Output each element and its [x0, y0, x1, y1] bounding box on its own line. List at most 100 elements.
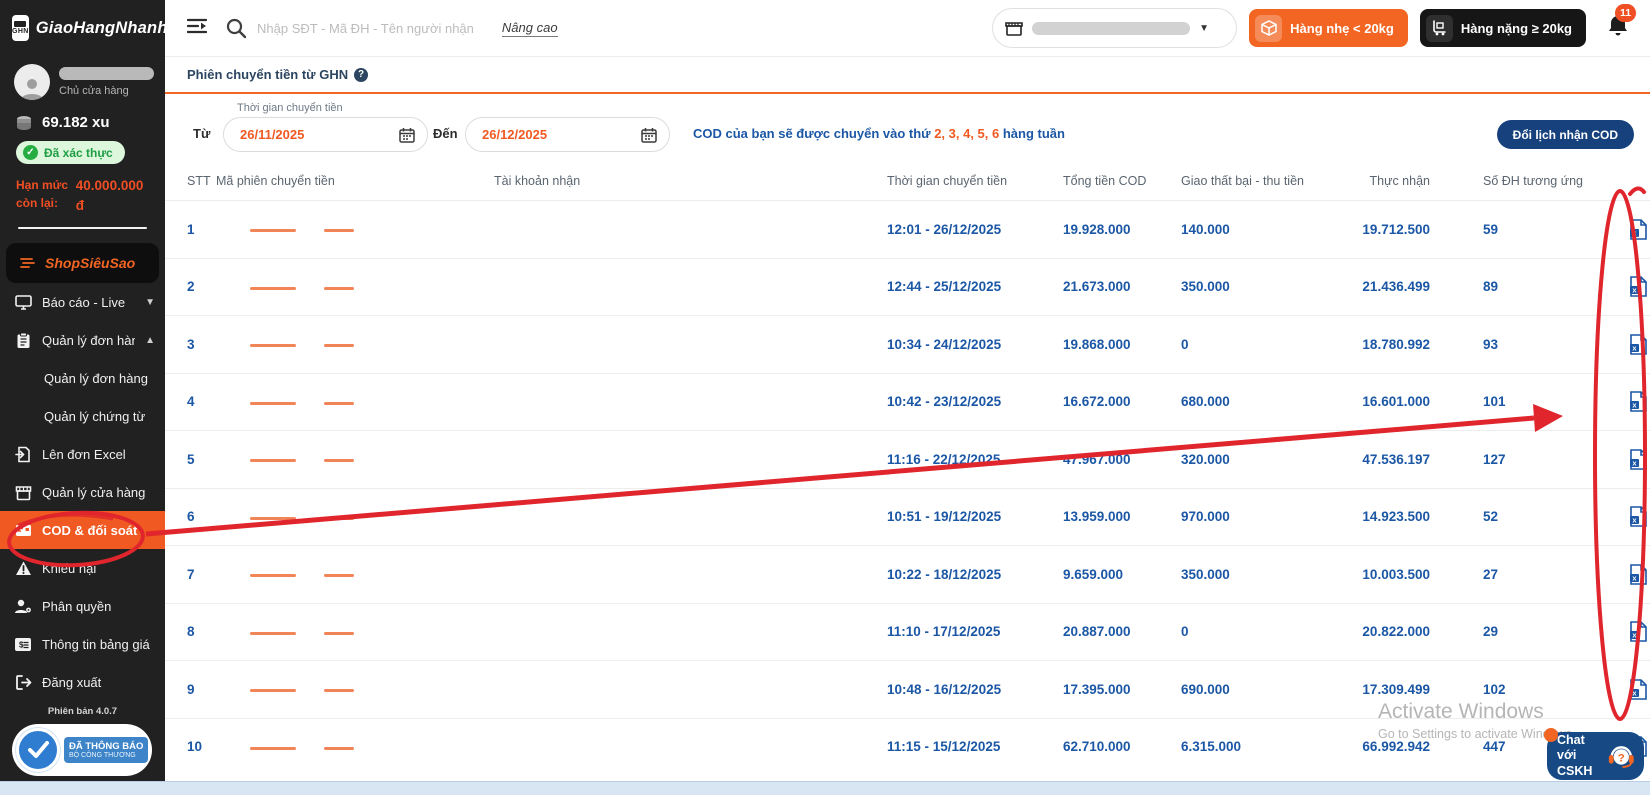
sidebar-item--ng-xu-t[interactable]: Đăng xuất — [0, 663, 165, 701]
search-placeholder: Nhập SĐT - Mã ĐH - Tên người nhận — [257, 20, 474, 36]
table-row: 5 11:16 - 22/12/2025 47.967.000 320.000 … — [165, 430, 1650, 488]
coins-icon — [17, 115, 31, 130]
column-header: Số ĐH tương ứng — [1483, 174, 1583, 188]
chat-support-button[interactable]: Chat với CSKH ? — [1544, 728, 1644, 780]
cell-order-count: 27 — [1483, 566, 1499, 582]
sidebar-item-qu-n-l-ch-ng-t-[interactable]: Quản lý chứng từ — [0, 397, 165, 435]
column-header: Giao thất bại - thu tiền — [1181, 174, 1304, 188]
ghn-logo-icon: GHN — [12, 15, 29, 41]
export-excel-button[interactable]: x — [1625, 218, 1650, 240]
gov-registered-badge[interactable]: ĐÃ THÔNG BÁO BỘ CÔNG THƯƠNG — [12, 724, 152, 776]
cell-order-count: 93 — [1483, 336, 1499, 352]
export-excel-button[interactable]: x — [1625, 276, 1650, 298]
export-excel-button[interactable]: x — [1625, 621, 1650, 643]
sidebar-item-l-n-n-excel[interactable]: Lên đơn Excel — [0, 435, 165, 473]
cell-order-count: 127 — [1483, 451, 1506, 467]
excel-file-icon: x — [1629, 563, 1647, 585]
table-row: 1 12:01 - 26/12/2025 19.928.000 140.000 … — [165, 200, 1650, 258]
card-icon — [14, 521, 32, 539]
gov-badge-text: ĐÃ THÔNG BÁO BỘ CÔNG THƯƠNG — [64, 737, 149, 763]
cell-received: 14.923.500 — [1362, 509, 1430, 525]
to-date-input[interactable]: 26/12/2025 — [465, 117, 670, 152]
shop-selector[interactable]: ShopSiêuSao — [6, 243, 159, 284]
clipboard-icon — [14, 331, 32, 349]
cell-transfer-time: 11:16 - 22/12/2025 — [887, 451, 1001, 467]
excel-file-icon: x — [1629, 506, 1647, 528]
export-excel-button[interactable]: x — [1625, 448, 1650, 470]
search-input[interactable]: Nhập SĐT - Mã ĐH - Tên người nhận — [225, 17, 474, 39]
heavy-goods-button[interactable]: Hàng nặng ≥ 20kg — [1419, 9, 1586, 47]
from-label: Từ — [193, 126, 211, 141]
version-label: Phiên bản 4.0.7 — [47, 706, 118, 717]
app-window: GHN GiaoHangNhanh Chủ cửa hàng 69.182 xu… — [0, 0, 1650, 795]
cell-received: 17.309.499 — [1362, 681, 1430, 697]
cell-cod-total: 13.959.000 — [1063, 509, 1131, 525]
date-range-label: Thời gian chuyển tiền — [237, 102, 343, 114]
export-excel-button[interactable]: x — [1625, 391, 1650, 413]
cell-transfer-time: 10:51 - 19/12/2025 — [887, 509, 1002, 525]
column-header: STT — [187, 174, 211, 188]
table-row: 6 10:51 - 19/12/2025 13.959.000 970.000 … — [165, 487, 1650, 546]
light-goods-button[interactable]: Hàng nhẹ < 20kg — [1249, 9, 1408, 47]
notification-count-badge: 11 — [1615, 3, 1636, 22]
advanced-search-link[interactable]: Nâng cao — [501, 20, 558, 37]
user-role: Chủ cửa hàng — [59, 85, 129, 97]
cell-cod-total: 9.659.000 — [1063, 566, 1124, 582]
avatar — [14, 64, 50, 100]
cell-failed-fee: 320.000 — [1181, 451, 1230, 467]
cell-failed-fee: 970.000 — [1181, 509, 1230, 525]
chevron-down-icon: ▼ — [1199, 22, 1210, 34]
monitor-icon — [14, 293, 32, 311]
sidebar-item-qu-n-l-n-h-ng[interactable]: Quản lý đơn hàng ▲ — [0, 321, 165, 359]
sidebar-item-qu-n-l-n-h-ng[interactable]: Quản lý đơn hàng — [0, 359, 165, 397]
export-excel-button[interactable]: x — [1625, 563, 1650, 585]
cell-transfer-time: 10:42 - 23/12/2025 — [887, 394, 1002, 410]
cell-transfer-time: 10:34 - 24/12/2025 — [887, 336, 1002, 352]
cell-transfer-time: 12:44 - 25/12/2025 — [887, 279, 1002, 295]
topbar-right: ▼ Hàng nhẹ < 20kg Hàng nặng ≥ 20kg 11 — [992, 3, 1636, 48]
notifications-button[interactable]: 11 — [1606, 3, 1636, 44]
excel-file-icon: x — [1629, 678, 1647, 700]
column-header: Tổng tiền COD — [1063, 174, 1147, 188]
column-header: Mã phiên chuyển tiền — [216, 174, 335, 188]
pricelist-icon: $ — [14, 635, 32, 653]
sidebar-collapse-icon[interactable] — [186, 17, 208, 40]
sidebar-item-b-o-c-o-live[interactable]: Báo cáo - Live ▼ — [0, 283, 165, 321]
cell-received: 18.780.992 — [1362, 336, 1430, 352]
lines-icon — [20, 258, 35, 269]
cell-received: 21.436.499 — [1362, 279, 1430, 295]
help-icon[interactable]: ? — [354, 67, 369, 82]
cell-order-count: 102 — [1483, 681, 1506, 697]
cell-order-count: 89 — [1483, 279, 1499, 295]
cell-failed-fee: 350.000 — [1181, 279, 1230, 295]
change-cod-schedule-button[interactable]: Đổi lịch nhận COD — [1496, 120, 1634, 149]
from-date-input[interactable]: 26/11/2025 — [223, 117, 428, 152]
cell-stt: 1 — [187, 221, 195, 237]
column-header: Thời gian chuyển tiền — [887, 174, 1008, 188]
user-profile[interactable]: Chủ cửa hàng — [0, 56, 165, 106]
export-excel-button[interactable]: x — [1625, 678, 1650, 700]
table-row: 8 11:10 - 17/12/2025 20.887.000 0 20.822… — [165, 602, 1650, 661]
cod-schedule-note: COD của bạn sẽ được chuyển vào thứ 2, 3,… — [693, 126, 1065, 141]
search-icon — [226, 18, 247, 39]
cell-order-count: 101 — [1483, 394, 1506, 410]
cod-schedule-days: 2, 3, 4, 5, 6 — [934, 126, 1000, 141]
brand-logo[interactable]: GHN GiaoHangNhanh — [0, 0, 167, 56]
sidebar-item-khi-u-n-i[interactable]: Khiếu nại — [0, 549, 165, 587]
export-excel-button[interactable]: x — [1625, 333, 1650, 355]
export-excel-button[interactable]: x — [1625, 506, 1650, 528]
cell-failed-fee: 0 — [1181, 336, 1189, 352]
sidebar-item-qu-n-l-c-a-h-ng[interactable]: Quản lý cửa hàng — [0, 473, 165, 511]
chevron-up-icon: ▲ — [145, 334, 155, 346]
cell-cod-total: 16.672.000 — [1063, 394, 1131, 410]
sidebar-item-cod-i-so-t[interactable]: COD & đối soát — [0, 511, 165, 549]
box-icon — [1255, 14, 1283, 42]
table-row: 2 12:44 - 25/12/2025 21.673.000 350.000 … — [165, 257, 1650, 316]
sidebar-item-th-ng-tin-b-ng-gi-[interactable]: $ Thông tin bảng giá — [0, 625, 165, 663]
tab-transfer-sessions[interactable]: Phiên chuyển tiền từ GHN ? — [187, 67, 369, 82]
sidebar-item-ph-n-quy-n[interactable]: Phân quyền — [0, 587, 165, 625]
cell-received: 19.712.500 — [1362, 221, 1430, 237]
credit-limit: Hạn mức còn lại: 40.000.000 đ — [0, 168, 165, 215]
excel-file-icon: x — [1629, 333, 1647, 355]
store-dropdown[interactable]: ▼ — [992, 8, 1238, 48]
